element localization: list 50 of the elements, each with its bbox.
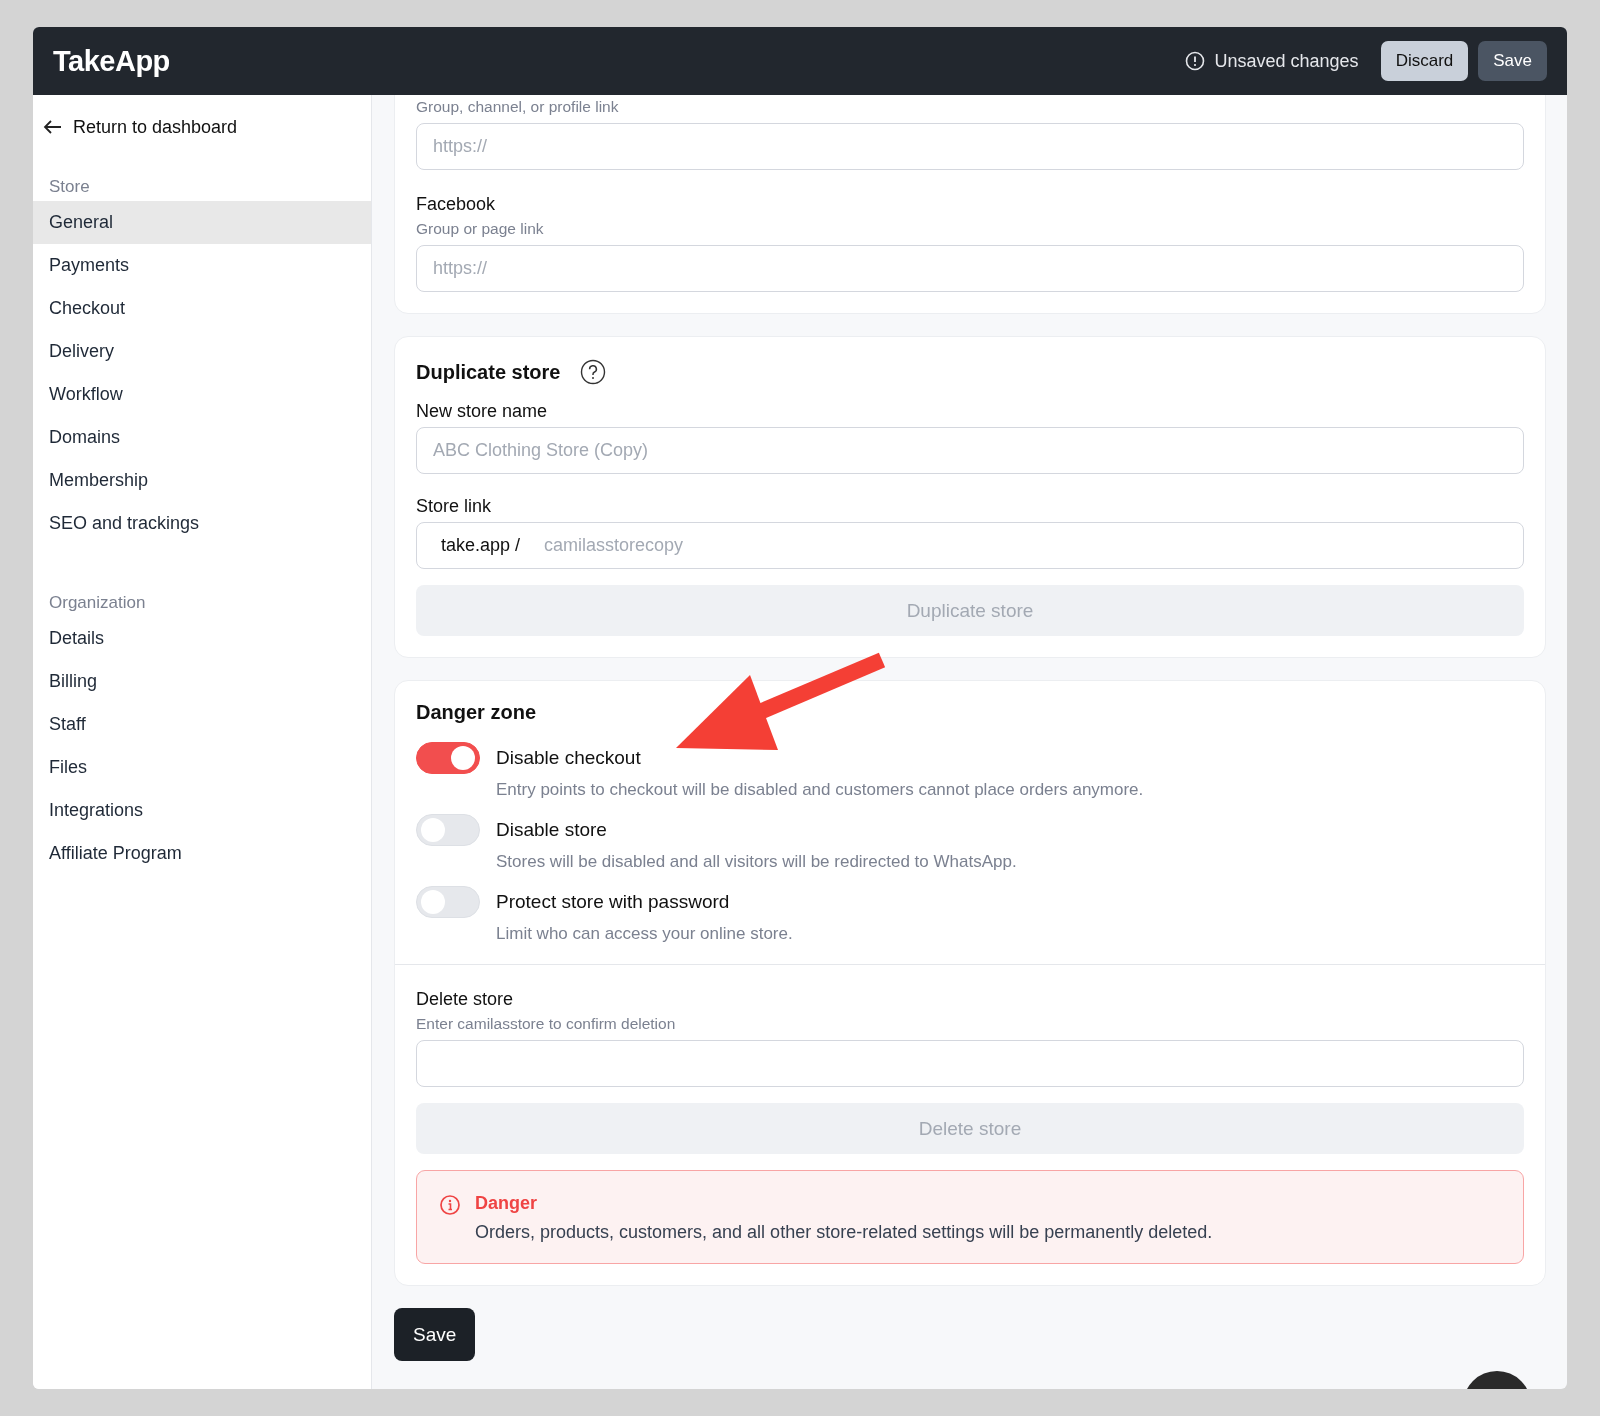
toggle-description: Stores will be disabled and all visitors will be redirected to WhatsApp. xyxy=(496,852,1017,872)
store-link-field[interactable]: take.app / camilasstorecopy xyxy=(416,522,1524,569)
field-hint: Group, channel, or profile link xyxy=(416,98,620,116)
card-title: Duplicate store xyxy=(416,360,561,384)
save-button[interactable]: Save xyxy=(394,1308,476,1361)
input-field[interactable]: ABC Clothing Store (Copy) xyxy=(416,427,1524,474)
field-hint: Enter camilasstore to confirm deletion xyxy=(416,1015,677,1033)
input-field[interactable]: https:// xyxy=(416,245,1524,292)
save-button[interactable]: Save xyxy=(1478,41,1547,81)
discard-button[interactable]: Discard xyxy=(1380,41,1469,81)
sidebar-item[interactable]: Delivery xyxy=(33,330,371,373)
info-icon xyxy=(439,1194,461,1216)
sidebar-item[interactable]: Payments xyxy=(33,244,371,287)
url-prefix: take.app / xyxy=(441,535,521,556)
sidebar-item[interactable]: Staff xyxy=(33,703,371,746)
sidebar-item[interactable]: Membership xyxy=(33,459,371,502)
toggle-description: Entry points to checkout will be disabled and customers cannot place orders anymore. xyxy=(496,780,1144,800)
alert-message: Orders, products, customers, and all other store-related settings will be permanently deleted. xyxy=(475,1222,1213,1243)
sidebar-item[interactable]: General xyxy=(33,201,371,244)
toggle-description: Limit who can access your online store. xyxy=(496,924,793,944)
field-label: New store name xyxy=(416,401,549,422)
field-label: Facebook xyxy=(416,194,497,215)
alert-title: Danger xyxy=(475,1193,538,1214)
sidebar-item[interactable]: Affiliate Program xyxy=(33,832,371,875)
toggle-label: Protect store with password xyxy=(496,890,731,914)
toggle-label: Disable store xyxy=(496,818,608,842)
toggle-label: Disable checkout xyxy=(496,746,642,770)
sidebar-item[interactable]: Domains xyxy=(33,416,371,459)
field-hint: Group or page link xyxy=(416,220,545,238)
input-field[interactable] xyxy=(416,1040,1524,1087)
toggle-switch[interactable] xyxy=(416,742,480,774)
arrow-left-icon xyxy=(43,119,63,135)
section-title: Store xyxy=(48,176,91,198)
help-icon[interactable] xyxy=(580,359,607,385)
sidebar-item[interactable]: Integrations xyxy=(33,789,371,832)
input-field[interactable]: https:// xyxy=(416,123,1524,170)
logo: TakeApp xyxy=(53,44,170,78)
sidebar-item[interactable]: Checkout xyxy=(33,287,371,330)
alert-icon xyxy=(1184,51,1205,71)
field-label: Delete store xyxy=(416,989,515,1010)
sidebar-item[interactable]: Details xyxy=(33,617,371,660)
card-title: Danger zone xyxy=(415,701,538,724)
sidebar-item[interactable]: Workflow xyxy=(33,373,371,416)
sidebar-item[interactable]: Billing xyxy=(33,660,371,703)
sidebar-item[interactable]: Files xyxy=(33,746,371,789)
back-link[interactable]: Return to dashboard xyxy=(33,95,371,140)
sidebar-item[interactable]: SEO and trackings xyxy=(33,502,371,545)
status-text: Unsaved changes xyxy=(1214,50,1359,72)
field-label: Store link xyxy=(416,496,493,517)
section-title: Organization xyxy=(48,592,147,614)
